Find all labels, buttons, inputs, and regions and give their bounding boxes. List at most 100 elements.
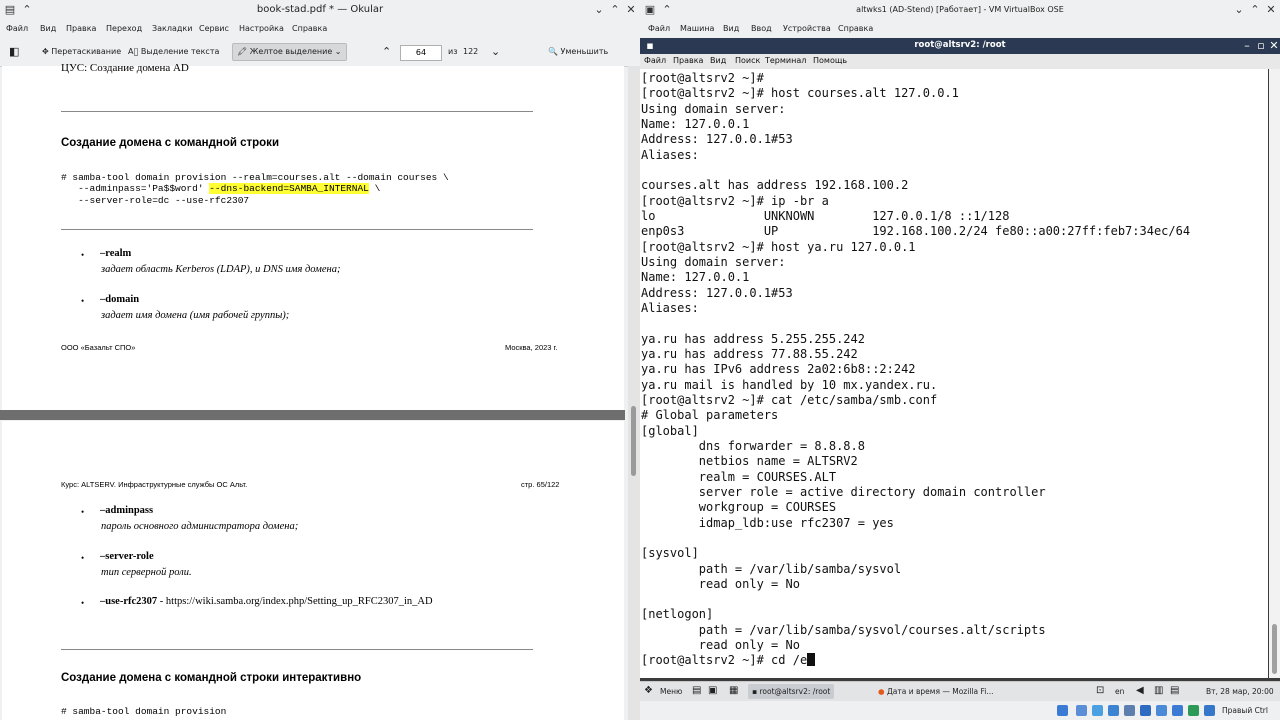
menu-view[interactable]: Вид <box>40 24 56 33</box>
updates-icon[interactable]: ▥ <box>1154 685 1163 696</box>
menu-settings[interactable]: Настройка <box>239 24 284 33</box>
option-desc: тип серверной роли. <box>101 567 192 578</box>
network-icon[interactable]: ⊡ <box>1096 685 1104 696</box>
volume-icon[interactable]: ◀ <box>1136 685 1144 696</box>
vbox-titlebar: ▣ ⌃ altwks1 (AD-Stend) [Работает] - VM V… <box>640 0 1280 20</box>
bullet-icon: • <box>81 250 85 260</box>
terminal-scrollbar[interactable] <box>1269 69 1280 678</box>
task-terminal[interactable]: ▪ root@altsrv2: /root <box>748 684 835 699</box>
yellow-highlight-label: Желтое выделение <box>249 47 333 56</box>
minimize-icon[interactable]: ⌄ <box>1232 3 1246 17</box>
sidebar-toggle-icon[interactable]: ◧ <box>9 45 19 59</box>
highlighted-text[interactable]: --dns-backend=SAMBA_INTERNAL <box>209 183 369 194</box>
audio-icon[interactable] <box>1092 705 1103 716</box>
close-icon[interactable]: ✕ <box>1267 39 1280 53</box>
start-menu-label[interactable]: Меню <box>660 687 682 696</box>
close-icon[interactable]: ✕ <box>624 3 638 17</box>
code-line: --adminpass='Pa$$word' --dns-backend=SAM… <box>61 183 380 194</box>
virtualbox-window: ▣ ⌃ altwks1 (AD-Stend) [Работает] - VM V… <box>640 0 1280 720</box>
host-key-label: Правый Ctrl <box>1222 706 1268 715</box>
terminal-output[interactable]: [root@altsrv2 ~]# [root@altsrv2 ~]# host … <box>640 69 1268 678</box>
terminal-line: ya.ru has address 5.255.255.242 <box>641 331 865 346</box>
guest-screen[interactable]: ▪ root@altsrv2: /root – ▫ ✕ Файл Правка … <box>640 38 1280 720</box>
terminal-titlebar: ▪ root@altsrv2: /root – ▫ ✕ <box>640 38 1280 54</box>
terminal-line: enp0s3 UP 192.168.100.2/24 fe80::a00:27f… <box>641 224 1191 239</box>
okular-menubar: Файл Вид Правка Переход Закладки Сервис … <box>0 20 640 38</box>
option-desc: задает имя домена (имя рабочей группы); <box>101 310 290 321</box>
usb-icon[interactable] <box>1124 705 1135 716</box>
clipboard-icon[interactable]: ▤ <box>1170 685 1179 696</box>
terminal-line: # Global parameters <box>641 408 779 423</box>
display-icon[interactable] <box>1156 705 1167 716</box>
okular-scrollbar[interactable] <box>628 66 640 720</box>
menu-edit[interactable]: Правка <box>66 24 96 33</box>
menu-tools[interactable]: Сервис <box>199 24 229 33</box>
vbox-menu-machine[interactable]: Машина <box>680 24 714 33</box>
yellow-highlight-button[interactable]: 🖍 Желтое выделение ⌄ <box>232 43 347 61</box>
terminal-line: path = /var/lib/samba/sysvol <box>641 561 902 576</box>
term-menu-search[interactable]: Поиск <box>735 56 760 65</box>
maximize-icon[interactable]: ⌃ <box>1248 3 1262 17</box>
code-line: # samba-tool domain provision --realm=co… <box>61 172 449 183</box>
terminal-line: server role = active directory domain co… <box>641 484 1046 499</box>
term-menu-help[interactable]: Помощь <box>813 56 847 65</box>
vbox-menu-input[interactable]: Ввод <box>751 24 772 33</box>
shared-folders-icon[interactable] <box>1140 705 1151 716</box>
drag-tool-button[interactable]: ✥ Перетаскивание <box>42 45 121 59</box>
maximize-icon[interactable]: ▫ <box>1254 39 1268 53</box>
vbox-menu-help[interactable]: Справка <box>838 24 873 33</box>
menu-go[interactable]: Переход <box>106 24 142 33</box>
terminal-line: Using domain server: <box>641 101 786 116</box>
zoom-out-button[interactable]: 🔍 Уменьшить <box>548 45 608 59</box>
terminal-line: idmap_ldb:use rfc2307 = yes <box>641 515 894 530</box>
text-select-button[interactable]: A⃒ Выделение текста <box>128 45 219 59</box>
term-menu-file[interactable]: Файл <box>644 56 666 65</box>
term-menu-view[interactable]: Вид <box>710 56 726 65</box>
terminal-launcher-icon[interactable]: ▣ <box>708 685 717 696</box>
maximize-icon[interactable]: ⌃ <box>608 3 622 17</box>
bullet-icon: • <box>81 553 85 563</box>
vbox-menu-devices[interactable]: Устройства <box>783 24 831 33</box>
show-desktop-icon[interactable]: ▦ <box>729 685 738 696</box>
network-adapter-icon[interactable] <box>1108 705 1119 716</box>
keyboard-capture-icon[interactable] <box>1204 705 1215 716</box>
minimize-icon[interactable]: – <box>1240 39 1254 53</box>
guest-taskbar: ❖ Меню ▤ ▣ ▦ ▪ root@altsrv2: /root ● Дат… <box>640 681 1280 702</box>
menu-help[interactable]: Справка <box>292 24 327 33</box>
terminal-line: [root@altsrv2 ~]# ip -br a <box>641 193 829 208</box>
recording-icon[interactable] <box>1172 705 1183 716</box>
close-icon[interactable]: ✕ <box>1264 3 1278 17</box>
vbox-menu-view[interactable]: Вид <box>723 24 739 33</box>
optical-drive-icon[interactable] <box>1076 705 1087 716</box>
page-header-right: стр. 65/122 <box>521 480 560 489</box>
option-name: –server-role <box>100 551 154 562</box>
page-number-input[interactable]: 64 <box>400 45 442 61</box>
drag-tool-label: Перетаскивание <box>51 47 122 56</box>
files-icon[interactable]: ▤ <box>692 685 701 696</box>
hdd-icon[interactable] <box>1057 705 1068 716</box>
scrollbar-thumb[interactable] <box>1272 624 1277 674</box>
vbox-menu-file[interactable]: Файл <box>648 24 670 33</box>
minimize-icon[interactable]: ⌄ <box>592 3 606 17</box>
keyboard-layout[interactable]: en <box>1115 687 1124 696</box>
task-firefox[interactable]: ● Дата и время — Mozilla Fi... <box>874 684 997 699</box>
clock[interactable]: Вт, 28 мар, 20:00 <box>1206 687 1274 696</box>
bullet-icon: • <box>81 507 85 517</box>
option-link[interactable]: - https://wiki.samba.org/index.php/Setti… <box>157 596 433 607</box>
prev-page-icon[interactable]: ⌃ <box>382 45 391 59</box>
term-menu-terminal[interactable]: Терминал <box>765 56 806 65</box>
terminal-prompt-line[interactable]: [root@altsrv2 ~]# cd /e <box>641 653 1190 668</box>
text-select-label: Выделение текста <box>140 47 220 56</box>
next-page-icon[interactable]: ⌄ <box>491 45 500 59</box>
terminal-line: Name: 127.0.0.1 <box>641 270 750 285</box>
menu-bookmarks[interactable]: Закладки <box>152 24 192 33</box>
mouse-integration-icon[interactable] <box>1188 705 1199 716</box>
okular-titlebar: ▤ ⌃ book-stad.pdf * — Okular ⌄ ⌃ ✕ <box>0 0 640 20</box>
terminal-line: courses.alt has address 192.168.100.2 <box>641 178 909 193</box>
prompt-text: [root@altsrv2 ~]# cd /e <box>641 653 808 668</box>
scrollbar-thumb[interactable] <box>631 406 636 476</box>
menu-file[interactable]: Файл <box>6 24 28 33</box>
term-menu-edit[interactable]: Правка <box>673 56 703 65</box>
start-menu-icon[interactable]: ❖ <box>644 685 653 696</box>
